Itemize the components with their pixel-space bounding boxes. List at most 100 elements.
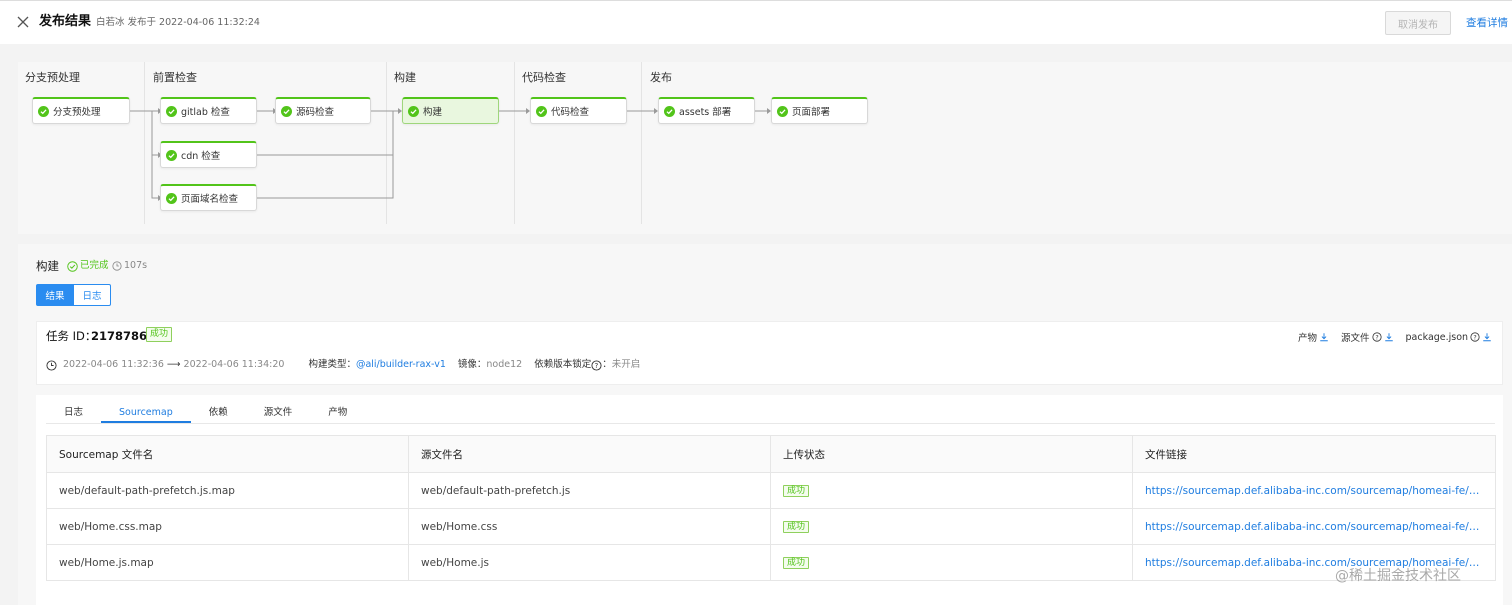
job-label: 源码检查: [296, 107, 335, 118]
status-label: 已完成: [80, 260, 109, 271]
status-badge: 成功: [146, 327, 173, 342]
download-label: 产物: [1298, 333, 1318, 344]
table-row: web/default-path-prefetch.js.map web/def…: [46, 472, 1496, 509]
job-build[interactable]: 构建: [402, 97, 499, 124]
download-icon: [1320, 333, 1328, 342]
status-done: 已完成: [67, 259, 109, 273]
source-filename: web/Home.css: [408, 508, 771, 545]
divider: [46, 423, 1495, 424]
job-assets-deploy[interactable]: assets 部署: [658, 97, 755, 124]
image-value: node12: [486, 359, 523, 370]
upload-status: 成功: [770, 508, 1133, 545]
help-icon: ?: [1371, 332, 1382, 342]
job-label: gitlab 检查: [181, 107, 230, 118]
tab-log[interactable]: 日志: [73, 284, 111, 306]
svg-text:?: ?: [1375, 334, 1378, 341]
download-label: package.json: [1405, 331, 1469, 343]
watermark: @稀土掘金技术社区: [1335, 568, 1461, 584]
success-check-icon: [166, 105, 177, 117]
map-filename: web/Home.js.map: [46, 544, 409, 581]
success-check-icon: [166, 149, 177, 161]
job-label: 页面部署: [792, 107, 831, 118]
job-label: 分支预处理: [53, 107, 101, 118]
close-icon[interactable]: [15, 14, 31, 30]
success-check-icon: [281, 105, 292, 117]
job-gitlab-check[interactable]: gitlab 检查: [160, 97, 257, 124]
column-header: 上传状态: [770, 435, 1133, 473]
clock-icon: [112, 261, 122, 271]
job-label: 页面域名检查: [181, 194, 239, 205]
download-source[interactable]: 源文件 ?: [1341, 330, 1394, 344]
status-badge: 成功: [783, 484, 810, 497]
builder-label: 构建类型：: [308, 359, 356, 370]
job-branch-preprocess[interactable]: 分支预处理: [32, 97, 130, 124]
task-id-label: 任务 ID：: [46, 329, 97, 343]
upload-status: 成功: [770, 544, 1133, 581]
job-label: assets 部署: [679, 107, 732, 118]
column-header: 源文件名: [408, 435, 771, 473]
table-row: web/Home.js.map web/Home.js 成功 https://s…: [46, 544, 1496, 581]
source-filename: web/Home.js: [408, 544, 771, 581]
page-title: 发布结果: [39, 14, 92, 29]
publisher-meta: 白若冰 发布于 2022-04-06 11:32:24: [96, 17, 260, 28]
task-card: [36, 321, 1503, 385]
help-icon: ?: [1470, 332, 1480, 342]
help-icon[interactable]: ?: [591, 359, 602, 371]
start-time: 2022-04-06 11:32:36: [63, 359, 164, 370]
check-circle-icon: [67, 260, 78, 272]
sourcemap-table: Sourcemap 文件名 源文件名 上传状态 文件链接 web/default…: [46, 435, 1496, 581]
duration-label: 107s: [124, 260, 148, 271]
tab-result[interactable]: 结果: [36, 284, 74, 306]
upload-status: 成功: [770, 472, 1133, 509]
svg-text:?: ?: [1473, 334, 1476, 341]
download-package-json[interactable]: package.json ?: [1406, 330, 1493, 344]
duration: 107s: [112, 259, 147, 273]
panel-title: 构建: [36, 259, 59, 273]
cancel-publish-button[interactable]: 取消发布: [1385, 11, 1451, 35]
job-cdn-check[interactable]: cdn 检查: [160, 141, 257, 168]
job-page-deploy[interactable]: 页面部署: [771, 97, 868, 124]
tab-dependencies[interactable]: 依赖: [191, 405, 246, 423]
result-subtabs: 日志 Sourcemap 依赖 源文件 产物: [46, 405, 365, 423]
tab-source-files[interactable]: 源文件: [246, 405, 311, 423]
table-row: web/Home.css.map web/Home.css 成功 https:/…: [46, 508, 1496, 545]
file-link[interactable]: https://sourcemap.def.alibaba-inc.com/so…: [1132, 472, 1496, 509]
lock-value: 未开启: [611, 359, 641, 370]
lock-colon: ：: [602, 359, 612, 370]
job-code-check[interactable]: 代码检查: [530, 97, 627, 124]
success-check-icon: [664, 105, 675, 117]
success-check-icon: [408, 105, 419, 117]
map-filename: web/Home.css.map: [46, 508, 409, 545]
tab-sourcemap[interactable]: Sourcemap: [101, 405, 191, 423]
status-badge: 成功: [783, 520, 810, 533]
column-header: 文件链接: [1132, 435, 1496, 473]
job-source-check[interactable]: 源码检查: [275, 97, 371, 124]
clock-icon: [46, 359, 57, 371]
download-label: 源文件: [1341, 333, 1370, 344]
pipeline-graph: 分支预处理 前置检查 构建 代码检查 发布 分支预处理 gitlab 检查 源码…: [18, 62, 1512, 234]
success-check-icon: [536, 105, 547, 117]
job-domain-check[interactable]: 页面域名检查: [160, 184, 257, 211]
status-badge: 成功: [783, 556, 810, 569]
time-arrow: ⟶: [166, 359, 181, 370]
success-check-icon: [777, 105, 788, 117]
success-check-icon: [166, 192, 177, 204]
map-filename: web/default-path-prefetch.js.map: [46, 472, 409, 509]
image-label: 镜像：: [457, 359, 487, 370]
table-header-row: Sourcemap 文件名 源文件名 上传状态 文件链接: [46, 435, 1496, 473]
end-time: 2022-04-06 11:34:20: [183, 359, 285, 370]
download-icon: [1384, 333, 1393, 342]
source-filename: web/default-path-prefetch.js: [408, 472, 771, 509]
download-links: 产物 源文件 ? package.json ?: [1298, 330, 1492, 344]
task-meta-row: 2022-04-06 11:32:36 ⟶ 2022-04-06 11:34:2…: [46, 358, 640, 372]
builder-value[interactable]: @ali/builder-rax-v1: [356, 358, 446, 372]
success-check-icon: [38, 105, 49, 117]
job-label: 构建: [423, 107, 443, 118]
svg-text:?: ?: [595, 362, 599, 370]
file-link[interactable]: https://sourcemap.def.alibaba-inc.com/so…: [1132, 508, 1496, 545]
tab-artifacts[interactable]: 产物: [310, 405, 365, 423]
view-details-link[interactable]: 查看详情: [1466, 15, 1508, 31]
lock-label: 依赖版本锁定: [534, 359, 592, 370]
tab-log[interactable]: 日志: [46, 405, 101, 423]
download-artifact[interactable]: 产物: [1298, 330, 1329, 344]
